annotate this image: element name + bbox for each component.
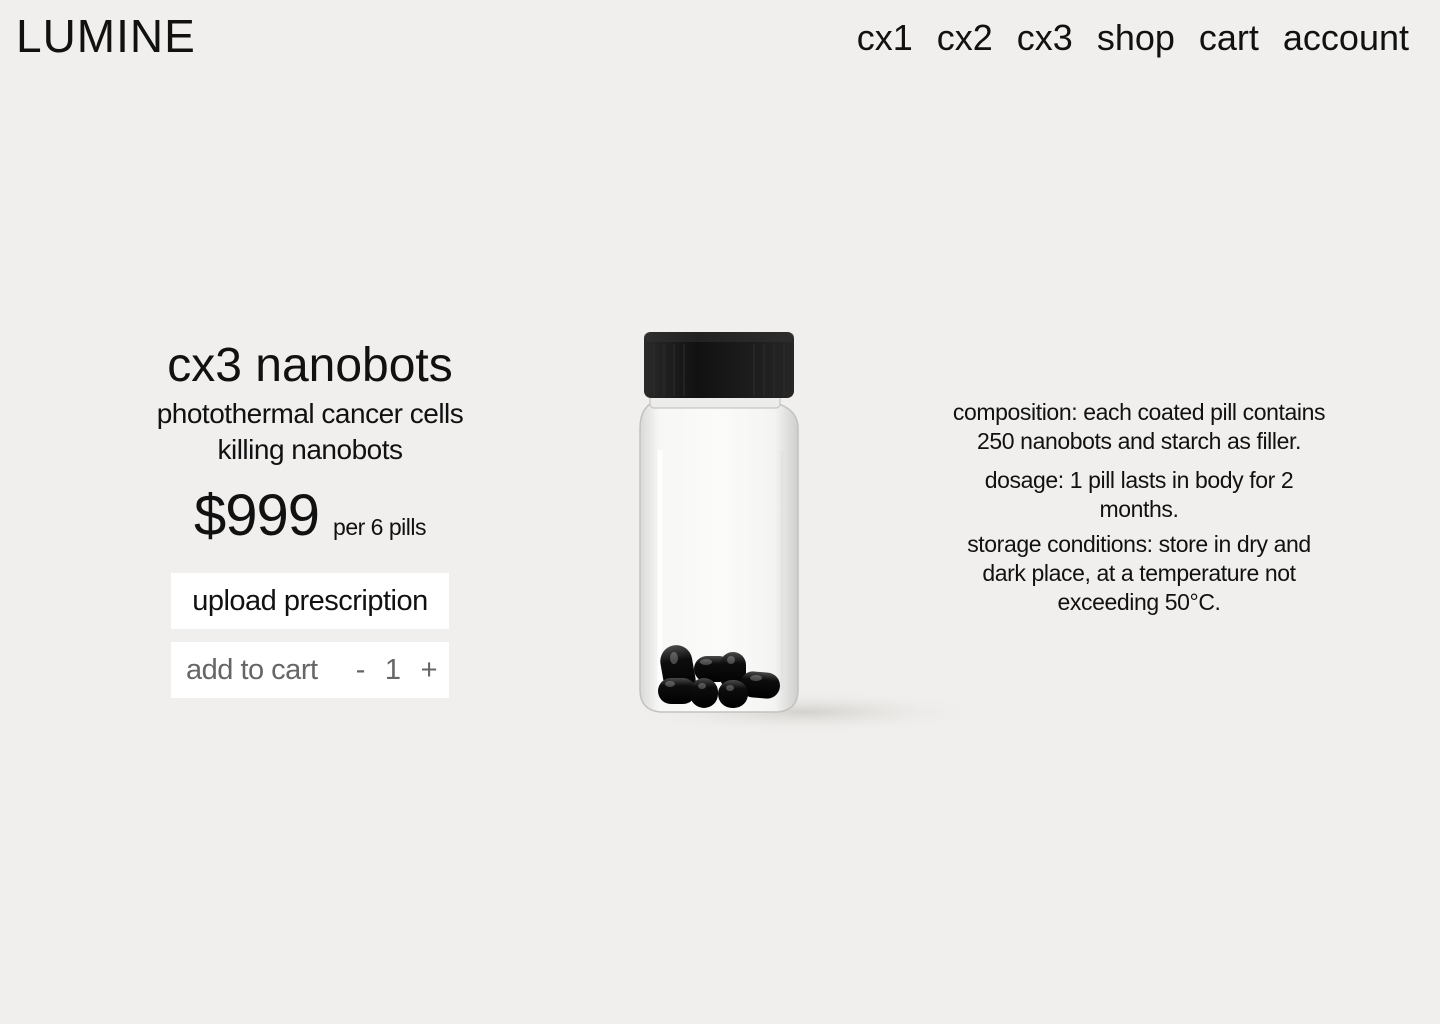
product-price: $999 <box>194 483 320 548</box>
nav-cx1[interactable]: cx1 <box>857 14 913 62</box>
price-row: $999 per 6 pills <box>110 482 510 550</box>
quantity-value[interactable]: 1 <box>385 654 401 687</box>
logo[interactable]: LUMINE <box>16 8 196 64</box>
nav-cx3[interactable]: cx3 <box>1017 14 1073 62</box>
nav-account[interactable]: account <box>1283 14 1409 62</box>
decrement-button[interactable]: - <box>356 654 366 687</box>
add-to-cart-control: add to cart - 1 + <box>171 642 449 698</box>
nav-shop[interactable]: shop <box>1097 14 1175 62</box>
price-unit: per 6 pills <box>333 514 426 540</box>
upload-prescription-button[interactable]: upload prescription <box>171 573 449 629</box>
product-subtitle-line2: killing nanobots <box>217 434 403 465</box>
add-to-cart-button[interactable]: add to cart <box>186 654 318 687</box>
increment-button[interactable]: + <box>421 654 438 687</box>
dosage-text: dosage: 1 pill lasts in body for 2 month… <box>984 467 1294 522</box>
nav-cart[interactable]: cart <box>1199 14 1259 62</box>
main-nav: cx1 cx2 cx3 shop cart account <box>857 14 1409 62</box>
product-info: cx3 nanobots photothermal cancer cells k… <box>110 336 510 698</box>
product-subtitle-line1: photothermal cancer cells <box>156 398 464 429</box>
storage-text: storage conditions: store in dry and dar… <box>967 531 1311 615</box>
product-image <box>625 332 985 734</box>
nav-cx2[interactable]: cx2 <box>937 14 993 62</box>
pill-bottle-icon <box>600 300 1000 760</box>
quantity-stepper: - 1 + <box>356 654 438 687</box>
product-details: composition: each coated pill contains 2… <box>950 398 1328 627</box>
product-title: cx3 nanobots <box>167 339 453 392</box>
composition-text: composition: each coated pill contains 2… <box>952 399 1326 454</box>
